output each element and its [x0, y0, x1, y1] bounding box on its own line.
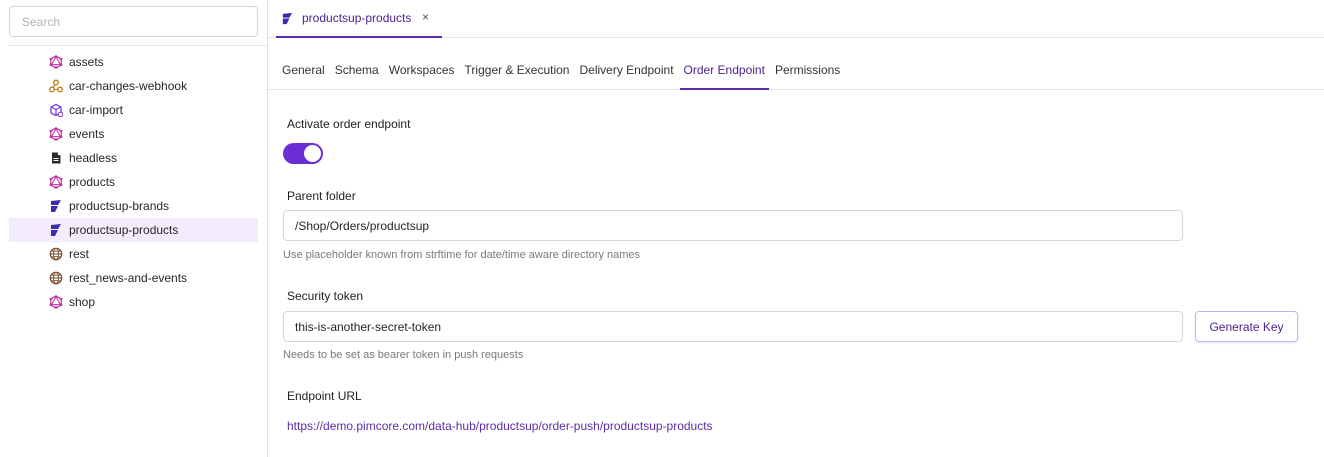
tree-item-assets[interactable]: assets [9, 50, 258, 74]
productsup-icon [49, 223, 63, 237]
tree-item-events[interactable]: events [9, 122, 258, 146]
activate-order-endpoint-label: Activate order endpoint [287, 117, 411, 131]
tree-item-label: assets [69, 55, 104, 69]
tree-item-label: rest_news-and-events [69, 271, 188, 285]
tab-general[interactable]: General [278, 52, 329, 90]
graphql-icon [49, 295, 63, 309]
tab-workspaces[interactable]: Workspaces [385, 52, 459, 90]
tree-item-label: car-changes-webhook [69, 79, 188, 93]
document-tab-label: productsup-products [302, 11, 412, 25]
tree-item-rest-news-and-events[interactable]: rest_news-and-events [9, 266, 258, 290]
tree-item-label: headless [69, 151, 118, 165]
tree-item-products[interactable]: products [9, 170, 258, 194]
parent-folder-input[interactable] [283, 210, 1183, 241]
tree-item-car-changes-webhook[interactable]: car-changes-webhook [9, 74, 258, 98]
main-panel: productsup-products × General Schema Wor… [268, 0, 1324, 457]
endpoint-url-label: Endpoint URL [287, 389, 362, 403]
tree-item-label: productsup-brands [69, 199, 170, 213]
tree-item-headless[interactable]: headless [9, 146, 258, 170]
webhook-icon [49, 79, 63, 93]
tree-item-car-import[interactable]: car-import [9, 98, 258, 122]
tree-item-label: rest [69, 247, 90, 261]
tree-item-shop[interactable]: shop [9, 290, 258, 314]
graphql-icon [49, 55, 63, 69]
tab-permissions[interactable]: Permissions [771, 52, 844, 90]
graphql-icon [49, 127, 63, 141]
tab-delivery-endpoint[interactable]: Delivery Endpoint [575, 52, 677, 90]
tree-item-label: car-import [69, 103, 124, 117]
parent-folder-label: Parent folder [287, 189, 356, 203]
productsup-icon [281, 12, 294, 25]
document-icon [49, 151, 63, 165]
tree-item-rest[interactable]: rest [9, 242, 258, 266]
search-input[interactable] [9, 6, 258, 37]
globe-icon [49, 271, 63, 285]
security-token-hint: Needs to be set as bearer token in push … [283, 349, 524, 361]
cube-import-icon [49, 103, 63, 117]
security-token-label: Security token [287, 289, 364, 303]
generate-key-button[interactable]: Generate Key [1195, 311, 1298, 342]
tab-order-endpoint[interactable]: Order Endpoint [679, 52, 769, 90]
security-token-input[interactable] [283, 311, 1183, 342]
tree-item-label: productsup-products [69, 223, 179, 237]
tab-trigger-execution[interactable]: Trigger & Execution [461, 52, 574, 90]
tree-item-label: shop [69, 295, 96, 309]
settings-tabs: General Schema Workspaces Trigger & Exec… [268, 52, 1324, 90]
productsup-icon [49, 199, 63, 213]
tab-schema[interactable]: Schema [331, 52, 383, 90]
tree-item-productsup-products[interactable]: productsup-products [9, 218, 258, 242]
config-tree: assets car-changes-webhook car-import ev… [9, 50, 258, 314]
tree-divider [9, 45, 267, 46]
graphql-icon [49, 175, 63, 189]
toggle-knob [304, 145, 321, 162]
globe-icon [49, 247, 63, 261]
document-tab-bar: productsup-products × [268, 0, 1324, 38]
parent-folder-hint: Use placeholder known from strftime for … [283, 249, 641, 261]
close-icon[interactable]: × [422, 10, 434, 24]
tree-item-label: products [69, 175, 116, 189]
tree-item-label: events [69, 127, 105, 141]
document-tab[interactable]: productsup-products × [276, 0, 442, 38]
activate-order-endpoint-toggle[interactable] [283, 143, 323, 164]
endpoint-url-link[interactable]: https://demo.pimcore.com/data-hub/produc… [287, 419, 713, 433]
sidebar: assets car-changes-webhook car-import ev… [0, 0, 268, 457]
tree-item-productsup-brands[interactable]: productsup-brands [9, 194, 258, 218]
